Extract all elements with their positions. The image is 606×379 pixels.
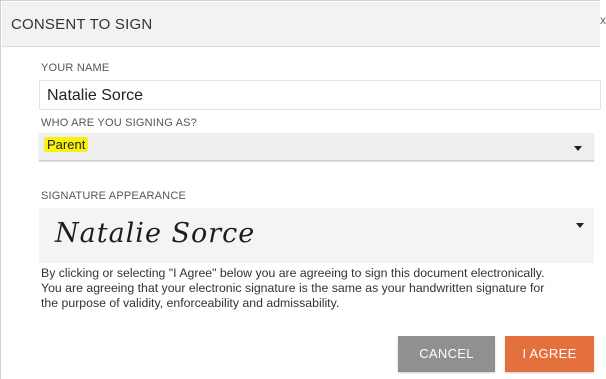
signature-label: SIGNATURE APPEARANCE [41,190,186,202]
name-input[interactable]: Natalie Sorce [39,80,601,110]
chevron-down-icon [576,223,584,228]
name-label: YOUR NAME [41,62,110,74]
signing-as-label: WHO ARE YOU SIGNING AS? [41,117,197,129]
dialog-header: CONSENT TO SIGN [2,2,600,47]
chevron-down-icon [574,146,582,151]
signature-preview: Natalie Sorce [55,218,256,249]
consent-disclaimer: By clicking or selecting "I Agree" below… [41,266,545,310]
name-value: Natalie Sorce [47,87,144,104]
cancel-button[interactable]: CANCEL [398,336,495,372]
agree-button[interactable]: I AGREE [505,336,594,372]
dialog-title: CONSENT TO SIGN [11,16,153,33]
signing-as-value: Parent [44,137,89,152]
close-icon[interactable]: x [600,13,606,27]
signature-appearance-select[interactable]: Natalie Sorce [39,208,594,263]
signing-as-select[interactable]: Parent [39,133,594,161]
consent-dialog: CONSENT TO SIGN x YOUR NAME Natalie Sorc… [0,0,606,379]
